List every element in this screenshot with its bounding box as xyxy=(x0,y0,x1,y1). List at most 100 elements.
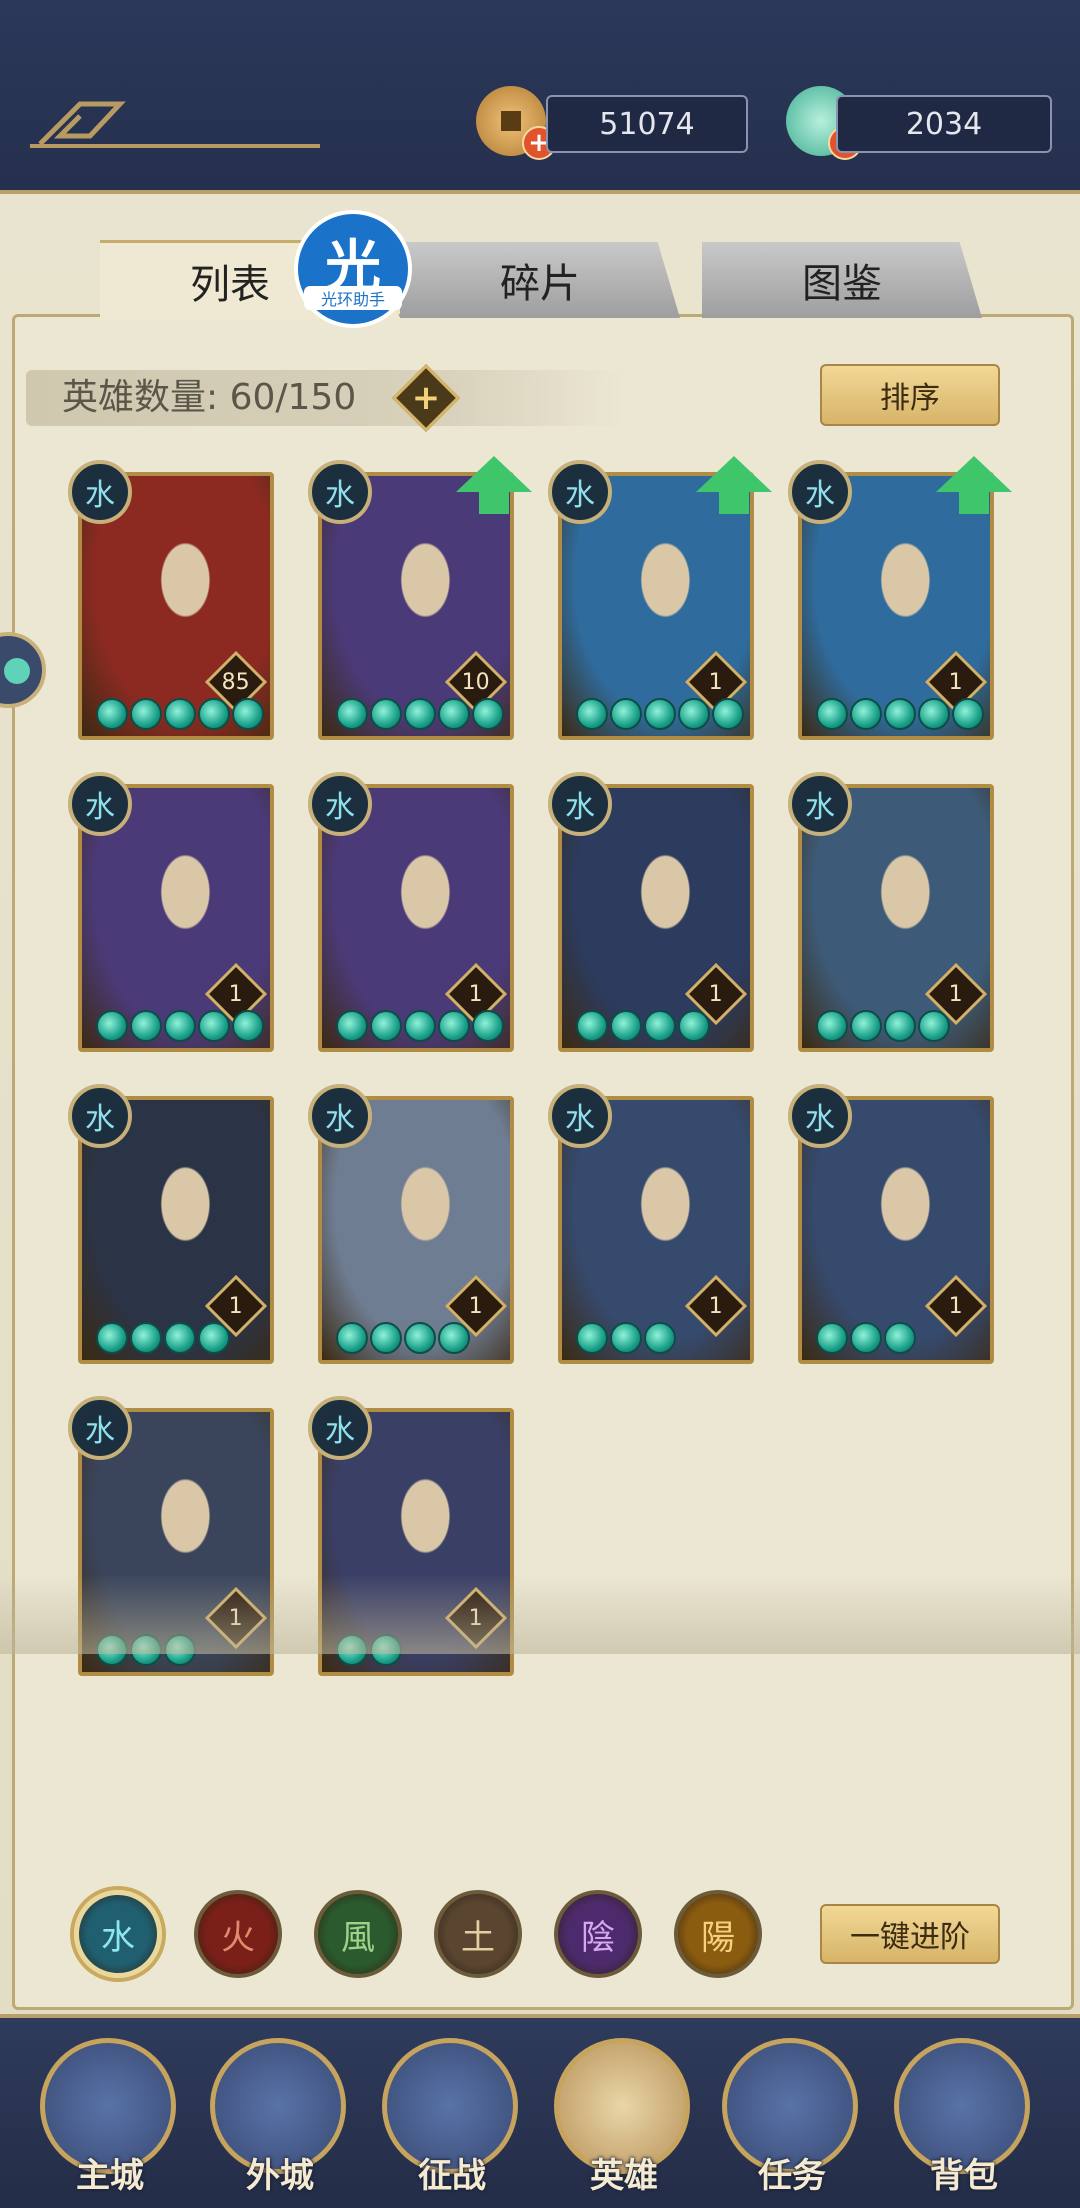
element-filter-4[interactable]: 陰 xyxy=(554,1890,642,1978)
hero-star-row xyxy=(816,698,984,734)
hero-level: 1 xyxy=(709,981,723,1007)
jade-star-icon xyxy=(850,698,882,730)
jade-star-icon xyxy=(472,1010,504,1042)
jade-star-icon xyxy=(610,698,642,730)
hero-level: 1 xyxy=(949,669,963,695)
nav-bag[interactable]: 背包 xyxy=(894,2038,1034,2198)
jade-star-icon xyxy=(644,1322,676,1354)
nav-quest[interactable]: 任务 xyxy=(722,2038,862,2198)
water-element-icon: 水 xyxy=(788,460,852,524)
jade-star-icon xyxy=(336,1010,368,1042)
water-element-icon: 水 xyxy=(788,772,852,836)
jade-star-icon xyxy=(198,698,230,730)
jade-star-icon xyxy=(130,1010,162,1042)
jade-star-icon xyxy=(610,1322,642,1354)
hero-level: 85 xyxy=(222,669,250,695)
element-glyph: 風 xyxy=(341,1917,375,1958)
hero-level: 1 xyxy=(709,669,723,695)
water-element-icon: 水 xyxy=(68,772,132,836)
jade-star-icon xyxy=(438,698,470,730)
hero-star-row xyxy=(96,698,264,734)
element-filter-1[interactable]: 火 xyxy=(194,1890,282,1978)
element-glyph: 火 xyxy=(221,1917,255,1958)
jade-star-icon xyxy=(370,1322,402,1354)
water-element-icon: 水 xyxy=(788,1084,852,1148)
jade-star-icon xyxy=(404,1010,436,1042)
water-element-icon: 水 xyxy=(548,1084,612,1148)
jade-star-icon xyxy=(370,698,402,730)
ink-landscape-decoration xyxy=(0,1574,1080,1654)
jade-star-icon xyxy=(816,1322,848,1354)
jade-star-icon xyxy=(816,698,848,730)
nav-label: 外城 xyxy=(246,2156,314,2196)
gem-amount: 2034 xyxy=(836,95,1052,153)
hero-star-row xyxy=(816,1322,916,1358)
upgrade-arrow-icon xyxy=(696,456,772,514)
element-glyph: 陰 xyxy=(581,1917,615,1958)
element-filter-2[interactable]: 風 xyxy=(314,1890,402,1978)
jade-star-icon xyxy=(816,1010,848,1042)
hero-star-row xyxy=(576,1322,676,1358)
hero-star-row xyxy=(336,1322,470,1358)
nav-label: 任务 xyxy=(758,2156,826,2196)
water-element-icon: 水 xyxy=(68,1084,132,1148)
hero-level: 1 xyxy=(469,1293,483,1319)
hero-star-row xyxy=(336,1010,504,1046)
nav-label: 背包 xyxy=(930,2156,998,2196)
hero-level: 1 xyxy=(949,1293,963,1319)
jade-star-icon xyxy=(164,1010,196,1042)
hero-level: 1 xyxy=(949,981,963,1007)
hero-star-row xyxy=(816,1010,950,1046)
jade-star-icon xyxy=(404,1322,436,1354)
nav-label: 主城 xyxy=(76,2156,144,2196)
jade-star-icon xyxy=(164,698,196,730)
jade-star-icon xyxy=(438,1010,470,1042)
hero-star-row xyxy=(336,698,504,734)
element-filter-bar: 水火風土陰陽 xyxy=(74,1884,794,1984)
water-element-icon: 水 xyxy=(308,772,372,836)
element-filter-0[interactable]: 水 xyxy=(74,1890,162,1978)
hero-level: 1 xyxy=(229,1293,243,1319)
jade-star-icon xyxy=(884,698,916,730)
upgrade-arrow-icon xyxy=(936,456,1012,514)
jade-star-icon xyxy=(952,698,984,730)
element-filter-3[interactable]: 土 xyxy=(434,1890,522,1978)
water-element-icon: 水 xyxy=(308,1084,372,1148)
jade-star-icon xyxy=(96,698,128,730)
water-element-icon: 水 xyxy=(68,460,132,524)
element-glyph: 土 xyxy=(461,1917,495,1958)
jade-star-icon xyxy=(712,698,744,730)
jade-star-icon xyxy=(164,1322,196,1354)
jade-star-icon xyxy=(850,1322,882,1354)
top-resource-bar: + 51074 + 2034 xyxy=(0,0,1080,194)
coin-amount: 51074 xyxy=(546,95,748,153)
jade-star-icon xyxy=(576,698,608,730)
jade-star-icon xyxy=(438,1322,470,1354)
hero-star-row xyxy=(576,1010,710,1046)
nav-hero[interactable]: 英雄 xyxy=(554,2038,694,2198)
jade-star-icon xyxy=(576,1010,608,1042)
hero-grid: 85水10水1水1水1水1水1水1水1水1水1水1水1水1水 xyxy=(0,194,1080,1694)
jade-star-icon xyxy=(644,698,676,730)
jade-star-icon xyxy=(404,698,436,730)
water-element-icon: 水 xyxy=(548,772,612,836)
hero-panel: 列表 碎片 图鉴 光 光环助手 英雄数量: 60/150 + 排序 85 水 10 水… xyxy=(0,194,1080,2014)
jade-star-icon xyxy=(232,698,264,730)
nav-city[interactable]: 主城 xyxy=(40,2038,180,2198)
nav-gate[interactable]: 外城 xyxy=(210,2038,350,2198)
nav-label: 英雄 xyxy=(590,2156,658,2196)
jade-star-icon xyxy=(96,1322,128,1354)
nav-battle[interactable]: 征战 xyxy=(382,2038,522,2198)
jade-star-icon xyxy=(472,698,504,730)
jade-star-icon xyxy=(884,1322,916,1354)
jade-star-icon xyxy=(336,698,368,730)
element-filter-5[interactable]: 陽 xyxy=(674,1890,762,1978)
back-ornament-icon[interactable] xyxy=(20,96,320,150)
element-glyph: 水 xyxy=(101,1917,135,1958)
nav-label: 征战 xyxy=(418,2156,486,2196)
hero-level: 1 xyxy=(469,981,483,1007)
one-click-advance-button[interactable]: 一键进阶 xyxy=(820,1904,1000,1964)
water-element-icon: 水 xyxy=(548,460,612,524)
element-glyph: 陽 xyxy=(701,1917,735,1958)
jade-star-icon xyxy=(232,1010,264,1042)
